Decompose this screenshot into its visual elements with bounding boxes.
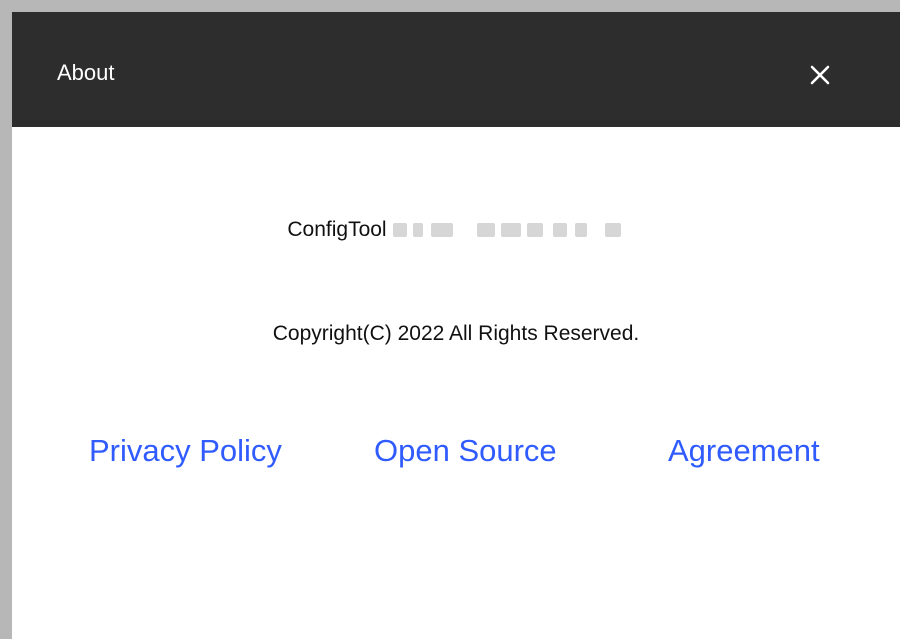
- dialog-titlebar: About: [12, 12, 900, 127]
- open-source-link[interactable]: Open Source: [374, 432, 557, 470]
- dialog-title: About: [57, 60, 115, 85]
- about-dialog: About ConfigTool Copyright(C) 2022 All R…: [0, 0, 900, 639]
- close-icon: [810, 65, 830, 85]
- privacy-policy-link[interactable]: Privacy Policy: [89, 432, 282, 470]
- copyright-text: Copyright(C) 2022 All Rights Reserved.: [272, 322, 640, 345]
- product-name: ConfigTool: [287, 218, 387, 241]
- agreement-link[interactable]: Agreement: [668, 432, 820, 470]
- product-info: ConfigTool: [12, 210, 900, 250]
- close-button[interactable]: [802, 57, 838, 93]
- version-redacted: [392, 219, 625, 241]
